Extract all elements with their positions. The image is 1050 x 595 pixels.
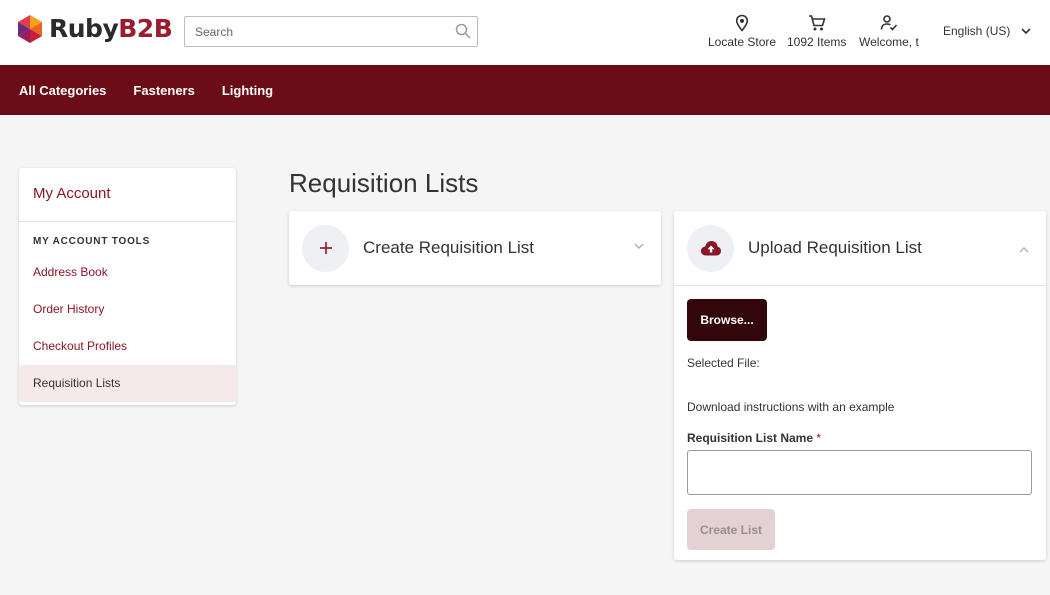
logo-hexagon-icon: [18, 14, 42, 43]
sidebar-item-order-history[interactable]: Order History: [19, 291, 236, 328]
nav-item-fasteners[interactable]: Fasteners: [133, 83, 194, 98]
search-box: [184, 16, 478, 47]
upload-requisition-card: Upload Requisition List Browse... Select…: [674, 211, 1046, 560]
requisition-name-input[interactable]: [687, 450, 1032, 495]
browse-button[interactable]: Browse...: [687, 299, 767, 341]
cloud-upload-icon: [700, 241, 721, 256]
map-pin-icon: [735, 14, 749, 32]
selected-file-label: Selected File:: [687, 356, 760, 370]
chevron-down-icon[interactable]: [633, 240, 645, 252]
upload-requisition-header[interactable]: Upload Requisition List: [674, 211, 1046, 285]
upload-form: Browse... Selected File: Download instru…: [674, 285, 1046, 563]
download-instructions-link[interactable]: Download instructions with an example: [687, 400, 1033, 414]
top-header: RubyB2B Locate Store 1092 Items Welcome,…: [0, 0, 1050, 65]
upload-icon-circle: [687, 224, 734, 272]
create-requisition-header[interactable]: Create Requisition List: [289, 211, 661, 285]
chevron-up-icon[interactable]: [1018, 244, 1030, 256]
welcome-label: Welcome, t: [859, 35, 919, 49]
create-requisition-title: Create Requisition List: [363, 238, 535, 257]
plus-icon: [319, 242, 332, 254]
nav-item-lighting[interactable]: Lighting: [222, 83, 273, 98]
create-requisition-card: Create Requisition List: [289, 211, 661, 285]
search-icon[interactable]: [455, 23, 471, 39]
cart-count-label: 1092 Items: [787, 35, 847, 49]
locate-store-label: Locate Store: [708, 35, 777, 49]
requisition-name-label: Requisition List Name *: [687, 431, 822, 445]
sidebar-section-heading: MY ACCOUNT TOOLS: [33, 236, 151, 247]
page-title: Requisition Lists: [289, 168, 479, 198]
category-nav: All Categories Fasteners Lighting: [0, 65, 1050, 115]
brand-name: RubyB2B: [49, 14, 173, 43]
brand-logo[interactable]: RubyB2B: [18, 14, 173, 43]
sidebar-item-checkout-profiles[interactable]: Checkout Profiles: [19, 328, 236, 365]
sidebar-item-requisition-lists[interactable]: Requisition Lists: [19, 365, 236, 402]
account-link[interactable]: Welcome, t: [859, 14, 919, 49]
chevron-down-icon: [1021, 28, 1031, 35]
cart-link[interactable]: 1092 Items: [787, 14, 846, 49]
create-icon-circle: [302, 224, 349, 272]
sidebar-title[interactable]: My Account: [19, 168, 236, 222]
search-input[interactable]: [185, 17, 435, 46]
sidebar-item-address-book[interactable]: Address Book: [19, 254, 236, 291]
user-check-icon: [880, 15, 897, 31]
account-sidebar: My Account MY ACCOUNT TOOLS Address Book…: [19, 168, 236, 405]
language-selector[interactable]: English (US): [943, 24, 1032, 38]
upload-requisition-title: Upload Requisition List: [748, 238, 922, 257]
cart-icon: [808, 15, 826, 31]
create-list-button[interactable]: Create List: [687, 509, 775, 550]
nav-item-all-categories[interactable]: All Categories: [19, 83, 106, 98]
language-label: English (US): [943, 24, 1011, 38]
locate-store-link[interactable]: Locate Store: [708, 14, 776, 49]
required-marker: *: [816, 431, 822, 445]
